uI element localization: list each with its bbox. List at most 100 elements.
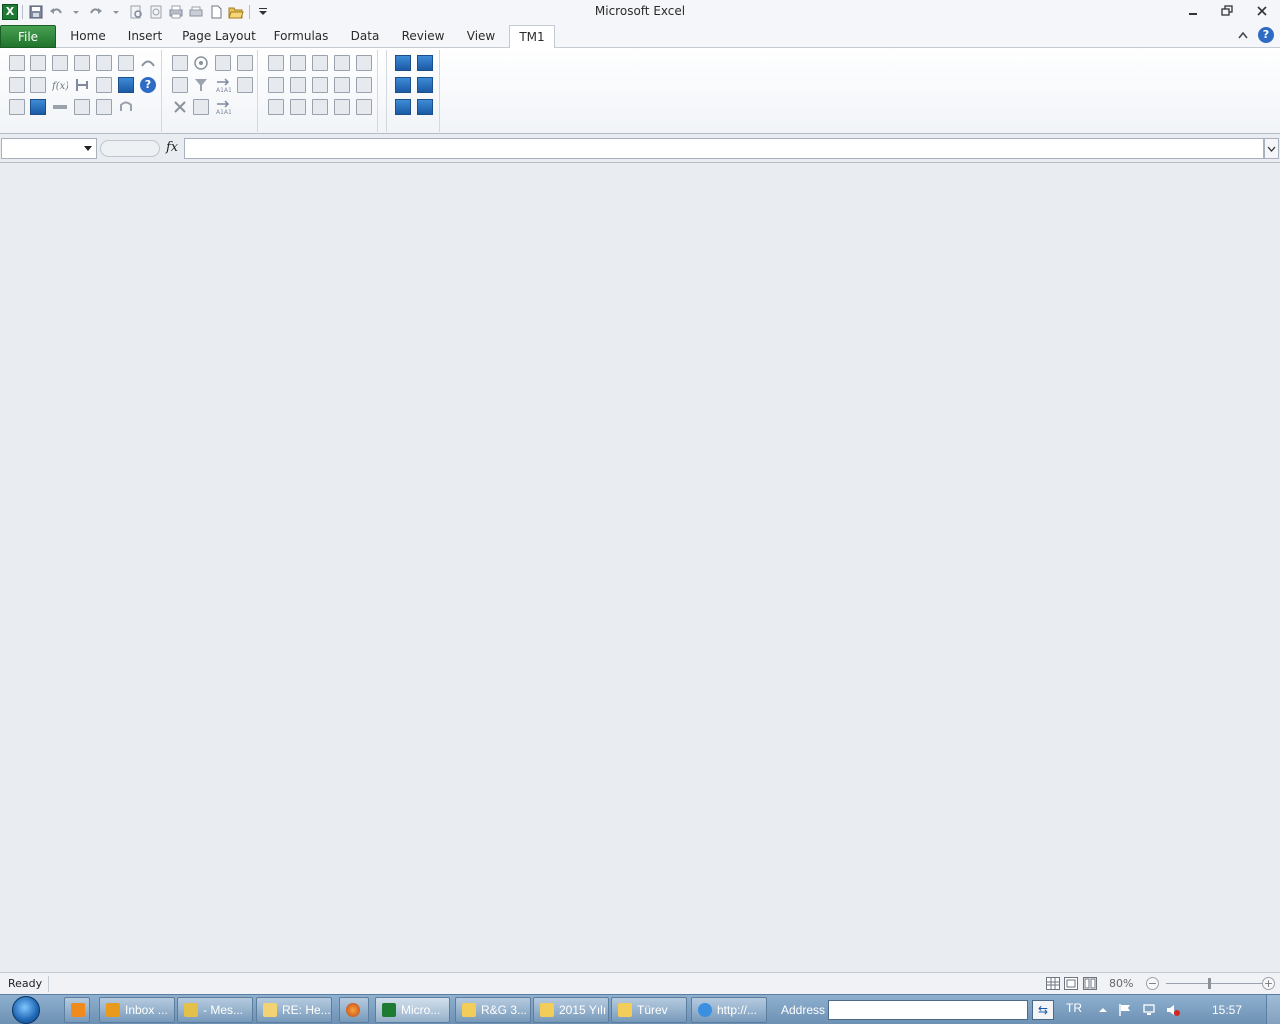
tm1-grid-7-icon[interactable] <box>290 77 306 93</box>
show-hidden-icons-icon[interactable] <box>1096 1003 1110 1017</box>
tab-home[interactable]: Home <box>63 25 113 48</box>
zoom-slider-thumb[interactable] <box>1208 978 1211 989</box>
tm1-dimension-icon[interactable] <box>96 55 112 71</box>
tm1-grid-3-icon[interactable] <box>312 55 328 71</box>
tm1-grid-12-icon[interactable] <box>290 99 306 115</box>
start-button[interactable] <box>6 995 46 1024</box>
tm1-grid-5-icon[interactable] <box>356 55 372 71</box>
tab-review[interactable]: Review <box>396 25 450 48</box>
taskbar-item-folder-rg[interactable]: R&G 3... <box>455 997 531 1023</box>
taskbar-item-media[interactable] <box>64 997 90 1023</box>
tm1-paste-icon[interactable] <box>172 77 188 93</box>
help-icon[interactable]: ? <box>1258 27 1274 43</box>
tm1-grid-13-icon[interactable] <box>312 99 328 115</box>
close-button[interactable] <box>1249 2 1275 20</box>
tm1-at-icon[interactable] <box>193 55 209 71</box>
tm1-edit-icon[interactable] <box>172 55 188 71</box>
tm1-grid-15-icon[interactable] <box>356 99 372 115</box>
address-input[interactable] <box>828 1000 1028 1020</box>
tm1-function-icon[interactable]: f(x) <box>51 77 69 93</box>
name-box-dropdown-icon[interactable] <box>84 146 92 151</box>
tm1-monitor-icon[interactable] <box>30 99 46 115</box>
tm1-book-icon[interactable] <box>9 99 25 115</box>
tm1-grid-10-icon[interactable] <box>356 77 372 93</box>
tm1-grid-4-icon[interactable] <box>334 55 350 71</box>
tm1-dash-icon[interactable] <box>52 99 68 115</box>
taskbar-item-folder-2015[interactable]: 2015 Yılı <box>533 997 609 1023</box>
tm1-view-1-icon[interactable] <box>395 55 411 71</box>
tm1-grid-11-icon[interactable] <box>268 99 284 115</box>
tm1-view-6-icon[interactable] <box>417 99 433 115</box>
insert-function-button[interactable]: fx <box>166 140 178 155</box>
tm1-delete-icon[interactable] <box>172 99 188 115</box>
tm1-grid-9-icon[interactable] <box>334 77 350 93</box>
taskbar-item-messenger[interactable]: - Mes... <box>177 997 253 1023</box>
tab-insert[interactable]: Insert <box>120 25 170 48</box>
minimize-button[interactable] <box>1180 2 1206 20</box>
tm1-sort-2-icon[interactable]: A1A1 <box>215 99 232 116</box>
tm1-grid-1-icon[interactable] <box>268 55 284 71</box>
tab-tm1[interactable]: TM1 <box>509 25 555 49</box>
volume-muted-icon[interactable] <box>1166 1003 1180 1017</box>
language-indicator[interactable]: TR <box>1066 1001 1082 1015</box>
tm1-undo-icon[interactable] <box>118 99 134 115</box>
tm1-view-5-icon[interactable] <box>395 99 411 115</box>
tm1-pencil-icon[interactable] <box>193 99 209 115</box>
zoom-in-button[interactable]: + <box>1262 977 1275 990</box>
minimize-ribbon-icon[interactable] <box>1238 28 1248 42</box>
tm1-sheet-icon[interactable] <box>9 77 25 93</box>
tm1-options-icon[interactable] <box>118 77 134 93</box>
tab-view[interactable]: View <box>458 25 504 48</box>
zoom-out-button[interactable]: − <box>1146 977 1159 990</box>
tm1-grid-2-icon[interactable] <box>290 55 306 71</box>
normal-view-button[interactable] <box>1046 977 1060 990</box>
tab-file[interactable]: File <box>0 25 56 48</box>
clock[interactable]: 15:57 <box>1212 1003 1242 1017</box>
tm1-cube-icon[interactable] <box>74 55 90 71</box>
tm1-view-2-icon[interactable] <box>417 55 433 71</box>
taskbar-item-internet-explorer[interactable]: http://... <box>691 997 767 1023</box>
action-center-flag-icon[interactable] <box>1118 1003 1132 1017</box>
tm1-branch-icon[interactable] <box>74 77 90 93</box>
taskbar-item-folder-turev[interactable]: Türev <box>611 997 687 1023</box>
tm1-grid-6-icon[interactable] <box>268 77 284 93</box>
tab-page-layout[interactable]: Page Layout <box>178 25 260 48</box>
tab-formulas[interactable]: Formulas <box>268 25 334 48</box>
tm1-picture-icon[interactable] <box>237 77 253 93</box>
formula-input[interactable] <box>184 138 1264 159</box>
tm1-help-icon[interactable]: ? <box>140 77 156 93</box>
tm1-sort-icon[interactable]: A1A1 <box>215 77 232 94</box>
page-break-view-button[interactable] <box>1083 977 1097 990</box>
tm1-list-icon[interactable] <box>96 77 112 93</box>
name-box[interactable] <box>1 138 97 159</box>
tm1-spark-icon[interactable] <box>118 55 134 71</box>
tm1-image-icon[interactable] <box>237 55 253 71</box>
tm1-grid-14-icon[interactable] <box>334 99 350 115</box>
tm1-server-icon[interactable] <box>9 55 25 71</box>
address-go-button[interactable]: ⇆ <box>1032 1000 1054 1020</box>
taskbar-item-firefox[interactable] <box>339 997 369 1023</box>
tm1-refresh-icon[interactable] <box>140 55 156 71</box>
zoom-slider-track[interactable] <box>1166 983 1262 984</box>
tm1-window-icon[interactable] <box>96 99 112 115</box>
taskbar-item-excel[interactable]: Micro... <box>375 997 450 1023</box>
tm1-save-icon[interactable] <box>215 55 231 71</box>
tm1-grid-8-icon[interactable] <box>312 77 328 93</box>
tm1-copy-icon[interactable] <box>30 77 46 93</box>
ribbon-group-3 <box>258 50 378 132</box>
show-desktop-button[interactable] <box>1266 995 1280 1024</box>
taskbar-item-outlook[interactable]: Inbox ... <box>99 997 175 1023</box>
tab-data[interactable]: Data <box>342 25 388 48</box>
tm1-print-icon[interactable] <box>52 55 68 71</box>
zoom-level[interactable]: 80% <box>1109 977 1133 990</box>
tm1-filter-icon[interactable] <box>193 77 209 93</box>
tm1-disk-icon[interactable] <box>74 99 90 115</box>
taskbar-item-mail[interactable]: RE: He... <box>256 997 332 1023</box>
tm1-view-4-icon[interactable] <box>417 77 433 93</box>
restore-button[interactable] <box>1214 2 1240 20</box>
network-icon[interactable] <box>1142 1003 1156 1017</box>
expand-formula-bar-icon[interactable] <box>1264 138 1279 159</box>
page-layout-view-button[interactable] <box>1064 977 1078 990</box>
tm1-new-icon[interactable] <box>30 55 46 71</box>
tm1-view-3-icon[interactable] <box>395 77 411 93</box>
